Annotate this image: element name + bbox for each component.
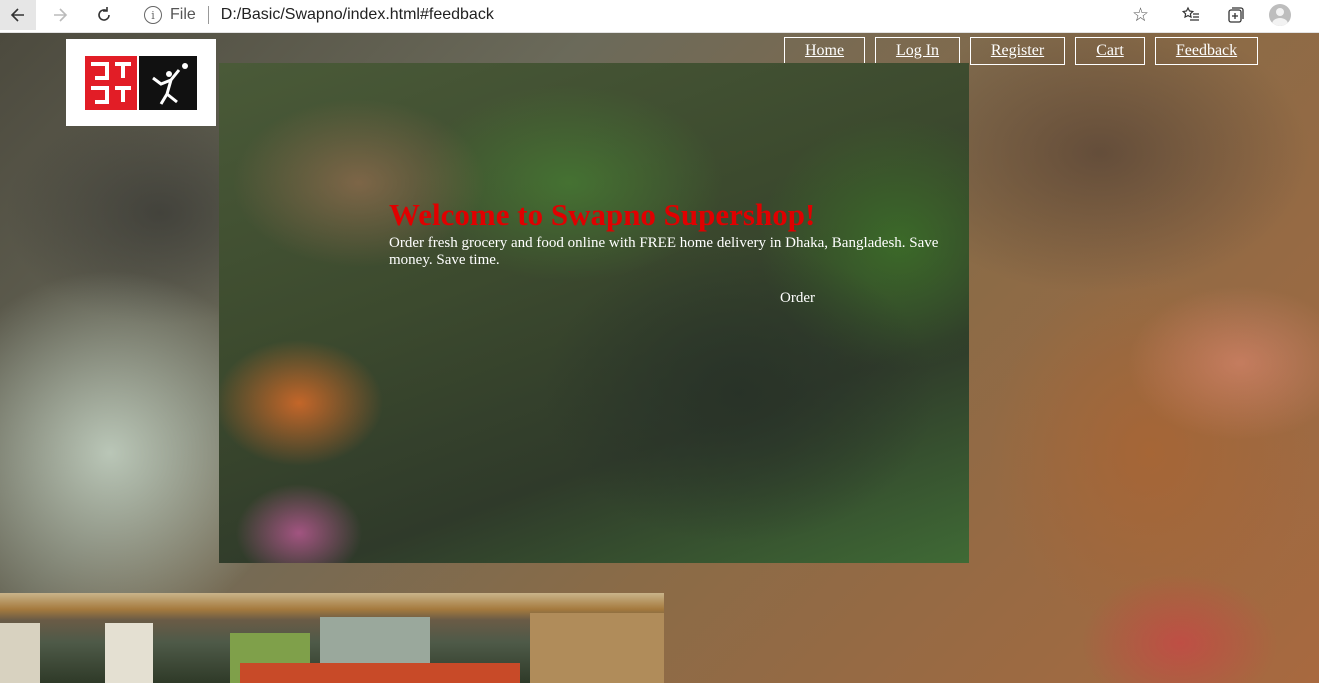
hero-title: Welcome to Swapno Supershop!	[389, 197, 816, 232]
logo-red-block	[85, 56, 137, 110]
nav-register-link[interactable]: Register	[970, 37, 1065, 65]
address-divider	[207, 6, 209, 24]
shelf-display	[530, 613, 664, 683]
hero-subtitle: Order fresh grocery and food online with…	[389, 235, 939, 268]
figure-reaching-icon	[152, 63, 188, 105]
nav-cart-link[interactable]: Cart	[1075, 37, 1145, 65]
arrow-left-icon	[10, 8, 24, 22]
hero-banner: Welcome to Swapno Supershop! Order fresh…	[219, 63, 969, 563]
address-bar[interactable]: i File D:/Basic/Swapno/index.html#feedba…	[132, 0, 1162, 30]
collections-icon[interactable]	[1226, 5, 1246, 25]
logo-black-block	[139, 56, 197, 110]
order-link[interactable]: Order	[780, 290, 815, 307]
star-icon[interactable]: ☆	[1132, 4, 1149, 27]
nav-login-link[interactable]: Log In	[875, 37, 960, 65]
info-icon[interactable]: i	[144, 6, 162, 24]
arrow-right-icon	[54, 8, 68, 22]
back-button[interactable]	[0, 0, 36, 30]
profile-avatar-icon[interactable]	[1269, 4, 1291, 26]
swapno-logo	[85, 56, 197, 110]
store-photo	[0, 593, 664, 683]
favorites-icon[interactable]	[1181, 5, 1201, 25]
bengali-letters-icon	[91, 62, 131, 104]
fruit-display	[240, 663, 520, 683]
reload-icon	[98, 7, 110, 21]
nav-home-link[interactable]: Home	[784, 37, 865, 65]
forward-button[interactable]	[42, 0, 78, 30]
store-pillar	[105, 623, 153, 683]
url-text[interactable]: D:/Basic/Swapno/index.html#feedback	[221, 6, 494, 24]
store-pillar	[0, 623, 40, 683]
logo-container[interactable]	[66, 39, 216, 126]
scheme-label: File	[170, 6, 196, 23]
page-background: Home Log In Register Cart Feedback Welco…	[0, 33, 1319, 683]
nav-feedback-link[interactable]: Feedback	[1155, 37, 1258, 65]
browser-toolbar: i File D:/Basic/Swapno/index.html#feedba…	[0, 0, 1319, 33]
reload-button[interactable]	[86, 0, 122, 30]
